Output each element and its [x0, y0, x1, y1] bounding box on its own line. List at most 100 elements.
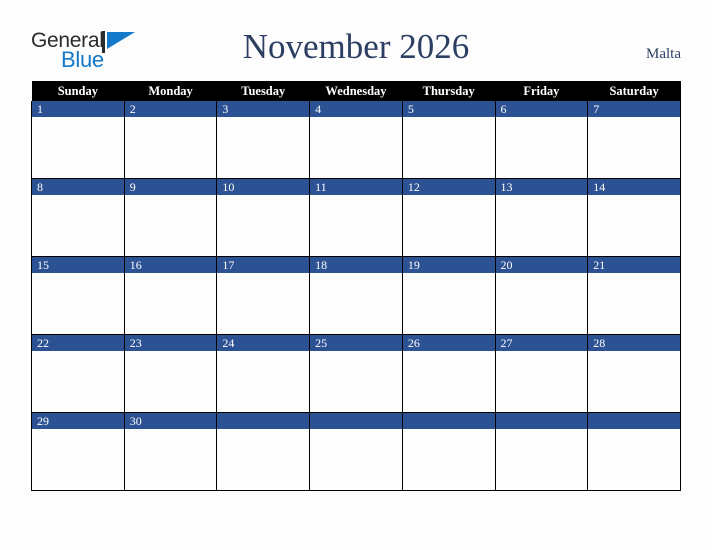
- day-note-area[interactable]: [32, 429, 124, 490]
- day-note-area[interactable]: [125, 117, 217, 178]
- calendar-week-row: 22 23 24 25 26 27 28: [31, 334, 681, 413]
- calendar-week-row: 29 30: [31, 412, 681, 491]
- day-note-area[interactable]: [217, 273, 309, 334]
- day-number: [495, 413, 588, 429]
- calendar-day-cell-empty[interactable]: [309, 412, 403, 491]
- day-note-area[interactable]: [217, 429, 309, 490]
- day-note-area[interactable]: [125, 273, 217, 334]
- day-number: 20: [495, 257, 588, 273]
- calendar-day-cell[interactable]: 12: [401, 178, 496, 257]
- calendar-day-cell-empty[interactable]: [587, 412, 681, 491]
- day-note-area[interactable]: [310, 273, 402, 334]
- calendar-day-cell[interactable]: 2: [123, 101, 218, 179]
- calendar-day-cell[interactable]: 5: [401, 101, 496, 179]
- day-note-area[interactable]: [32, 117, 124, 178]
- calendar-day-cell-empty[interactable]: [494, 412, 589, 491]
- calendar-day-cell[interactable]: 7: [587, 101, 681, 179]
- day-note-area[interactable]: [310, 351, 402, 412]
- calendar-day-cell[interactable]: 27: [494, 334, 589, 413]
- day-note-area[interactable]: [310, 195, 402, 256]
- day-number: [310, 413, 402, 429]
- day-number: 11: [310, 179, 402, 195]
- calendar-week-row: 15 16 17 18 19 20 21: [31, 256, 681, 335]
- calendar-day-cell[interactable]: 17: [216, 256, 311, 335]
- day-note-area[interactable]: [403, 195, 495, 256]
- weekday-header-thursday: Thursday: [402, 81, 496, 101]
- calendar-day-cell[interactable]: 30: [123, 412, 218, 491]
- calendar-day-cell[interactable]: 21: [587, 256, 681, 335]
- calendar-day-cell[interactable]: 24: [216, 334, 311, 413]
- day-note-area[interactable]: [588, 195, 680, 256]
- calendar-day-cell[interactable]: 4: [309, 101, 403, 179]
- day-number: 15: [32, 257, 124, 273]
- calendar-day-cell[interactable]: 9: [123, 178, 218, 257]
- calendar-day-cell[interactable]: 13: [494, 178, 589, 257]
- day-note-area[interactable]: [217, 195, 309, 256]
- day-number: 13: [495, 179, 588, 195]
- calendar-day-cell[interactable]: 18: [309, 256, 403, 335]
- weekday-header-row: Sunday Monday Tuesday Wednesday Thursday…: [31, 81, 681, 101]
- day-note-area[interactable]: [403, 117, 495, 178]
- day-number: [217, 413, 310, 429]
- day-note-area[interactable]: [32, 351, 124, 412]
- day-number: 3: [217, 101, 310, 117]
- day-note-area[interactable]: [588, 117, 680, 178]
- day-number: 8: [32, 179, 124, 195]
- day-number: [588, 413, 680, 429]
- day-number: 9: [124, 179, 217, 195]
- calendar-day-cell[interactable]: 14: [587, 178, 681, 257]
- day-number: 22: [32, 335, 124, 351]
- day-number: 26: [402, 335, 495, 351]
- calendar-day-cell[interactable]: 1: [31, 101, 125, 179]
- day-number: 5: [402, 101, 495, 117]
- day-note-area[interactable]: [496, 117, 588, 178]
- page-header: General Blue November 2026 Malta: [0, 0, 712, 80]
- calendar-day-cell[interactable]: 11: [309, 178, 403, 257]
- calendar-day-cell[interactable]: 23: [123, 334, 218, 413]
- calendar-day-cell[interactable]: 10: [216, 178, 311, 257]
- calendar-day-cell[interactable]: 26: [401, 334, 496, 413]
- day-note-area[interactable]: [310, 117, 402, 178]
- calendar-day-cell[interactable]: 29: [31, 412, 125, 491]
- day-note-area[interactable]: [217, 117, 309, 178]
- day-note-area[interactable]: [403, 351, 495, 412]
- calendar-day-cell[interactable]: 8: [31, 178, 125, 257]
- day-note-area[interactable]: [125, 429, 217, 490]
- calendar-day-cell[interactable]: 28: [587, 334, 681, 413]
- day-note-area[interactable]: [217, 351, 309, 412]
- day-note-area[interactable]: [32, 195, 124, 256]
- calendar-day-cell[interactable]: 6: [494, 101, 589, 179]
- calendar-day-cell[interactable]: 19: [401, 256, 496, 335]
- day-note-area[interactable]: [588, 429, 680, 490]
- day-number: 21: [588, 257, 680, 273]
- day-note-area[interactable]: [496, 195, 588, 256]
- day-note-area[interactable]: [588, 351, 680, 412]
- day-note-area[interactable]: [125, 195, 217, 256]
- day-number: 25: [310, 335, 402, 351]
- calendar-day-cell[interactable]: 15: [31, 256, 125, 335]
- day-note-area[interactable]: [496, 273, 588, 334]
- day-note-area[interactable]: [588, 273, 680, 334]
- day-number: [402, 413, 495, 429]
- weekday-header-sunday: Sunday: [31, 81, 125, 101]
- day-number: 17: [217, 257, 310, 273]
- day-note-area[interactable]: [496, 429, 588, 490]
- day-note-area[interactable]: [403, 429, 495, 490]
- calendar-grid: Sunday Monday Tuesday Wednesday Thursday…: [31, 81, 681, 491]
- calendar-day-cell[interactable]: 25: [309, 334, 403, 413]
- day-note-area[interactable]: [403, 273, 495, 334]
- calendar-day-cell-empty[interactable]: [401, 412, 496, 491]
- calendar-day-cell[interactable]: 22: [31, 334, 125, 413]
- day-note-area[interactable]: [310, 429, 402, 490]
- day-note-area[interactable]: [496, 351, 588, 412]
- calendar-day-cell[interactable]: 16: [123, 256, 218, 335]
- calendar-day-cell[interactable]: 3: [216, 101, 311, 179]
- day-note-area[interactable]: [125, 351, 217, 412]
- weekday-header-wednesday: Wednesday: [309, 81, 403, 101]
- day-note-area[interactable]: [32, 273, 124, 334]
- calendar-week-row: 1 2 3 4 5 6 7: [31, 101, 681, 179]
- calendar-day-cell[interactable]: 20: [494, 256, 589, 335]
- page-title: November 2026: [242, 27, 470, 66]
- calendar-page: General Blue November 2026 Malta Sunday …: [0, 0, 712, 550]
- calendar-day-cell-empty[interactable]: [216, 412, 311, 491]
